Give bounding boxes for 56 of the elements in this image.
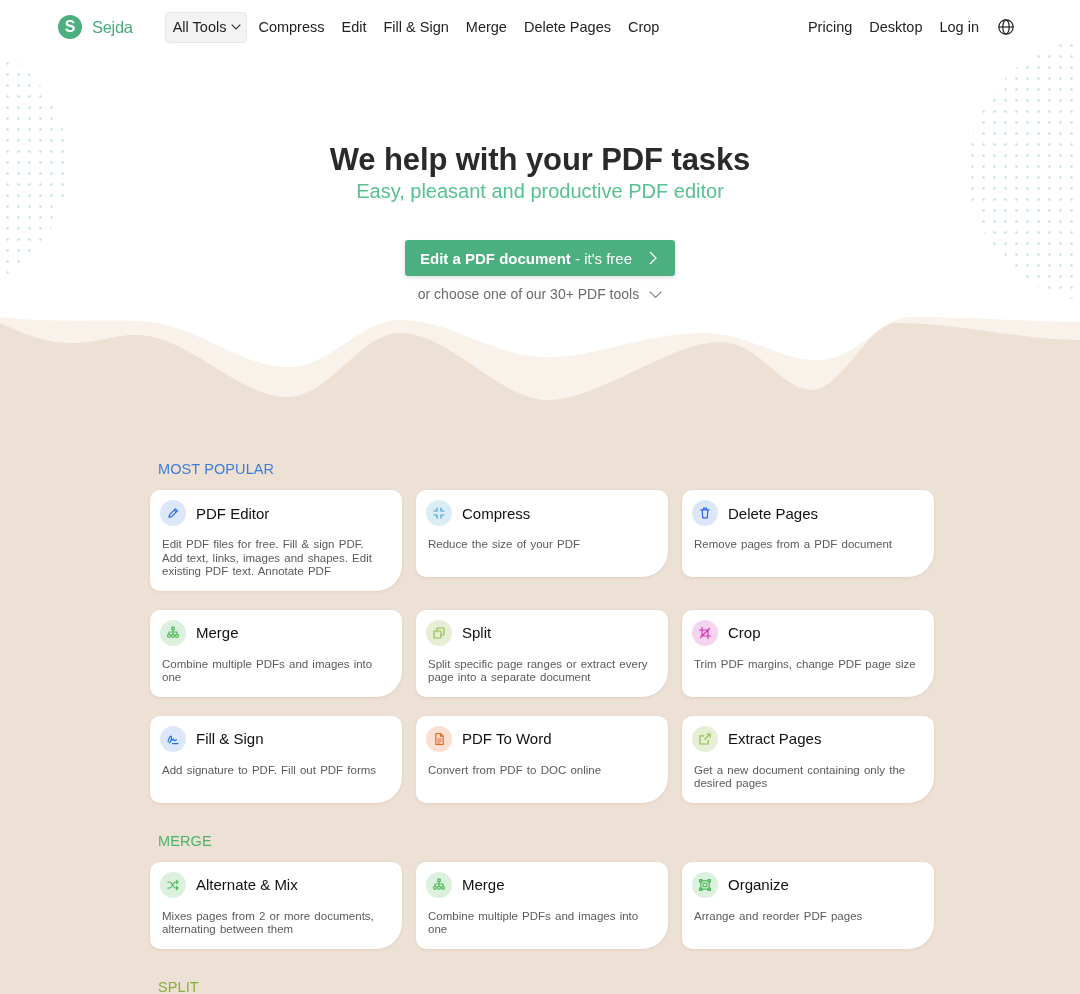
- card-description: Convert from PDF to DOC online: [428, 763, 603, 778]
- section-heading: SPLIT: [158, 978, 200, 994]
- tool-card[interactable]: Alternate & Mix Mixes pages from 2 or more documents, alternating between them: [150, 861, 402, 949]
- nav-link[interactable]: Pricing: [807, 19, 853, 35]
- more-tools-link[interactable]: or choose one of our 30+ PDF tools: [417, 285, 663, 303]
- card-description: Reduce the size of your PDF: [428, 538, 581, 552]
- card-title: Merge: [462, 876, 505, 893]
- card-title: Alternate & Mix: [196, 876, 298, 893]
- card-title: Extract Pages: [728, 730, 822, 747]
- tool-card[interactable]: Merge Combine multiple PDFs and images into one: [150, 609, 402, 697]
- tool-card[interactable]: PDF To Word Convert from PDF to DOC online: [416, 715, 668, 803]
- section-heading: MERGE: [158, 832, 213, 849]
- tool-card[interactable]: Merge Combine multiple PDFs and images into one: [416, 861, 668, 949]
- card-description: Combine multiple PDFs and images into one: [162, 657, 374, 685]
- globe-icon[interactable]: [998, 19, 1014, 35]
- nav-link[interactable]: Merge: [465, 19, 507, 35]
- tool-card[interactable]: Delete Pages Remove pages from a PDF document: [682, 490, 934, 577]
- card-title: Merge: [196, 624, 239, 641]
- nav-link[interactable]: Desktop: [869, 19, 923, 35]
- card-title: Organize: [728, 876, 789, 893]
- card-description: Arrange and reorder PDF pages: [694, 909, 864, 924]
- nav-link[interactable]: Log in: [939, 19, 979, 35]
- card-title: Compress: [462, 504, 531, 522]
- card-title: Delete Pages: [728, 504, 819, 522]
- card-title: PDF Editor: [196, 504, 270, 522]
- dropdown-button[interactable]: All Tools: [164, 11, 248, 43]
- chevron-icon: [649, 251, 658, 265]
- tool-card[interactable]: Compress Reduce the size of your PDF: [416, 490, 668, 577]
- tool-card[interactable]: PDF Editor Edit PDF files for free. Fill & sign PDF. Add text, links, images and shapes. Edit existing PDF text. Annotate PDF: [150, 490, 402, 591]
- tool-card[interactable]: Extract Pages Get a new document containing only the desired pages: [682, 715, 934, 803]
- card-title: Fill & Sign: [196, 730, 264, 747]
- card-description: Remove pages from a PDF document: [694, 538, 894, 552]
- card-description: Add signature to PDF. Fill out PDF forms: [162, 763, 378, 778]
- card-title: PDF To Word: [462, 730, 552, 747]
- nav-link[interactable]: Crop: [627, 19, 660, 35]
- tool-card[interactable]: Crop Trim PDF margins, change PDF page size: [682, 609, 934, 697]
- card-description: Combine multiple PDFs and images into one: [428, 909, 640, 937]
- card-description: Mixes pages from 2 or more documents, alternating between them: [162, 909, 375, 937]
- card-description: Get a new document containing only the desired pages: [694, 763, 907, 791]
- hero-subtitle: Easy, pleasant and productive PDF editor: [356, 179, 724, 204]
- section-heading: MOST POPULAR: [158, 461, 276, 477]
- card-title: Crop: [728, 624, 761, 641]
- nav-link[interactable]: Fill & Sign: [383, 19, 449, 35]
- hero-title: We help with your PDF tasks: [329, 142, 751, 178]
- nav-link[interactable]: Delete Pages: [523, 19, 611, 35]
- card-title: Split: [462, 624, 492, 641]
- nav-link[interactable]: Edit: [341, 19, 367, 35]
- caret-icon: [231, 24, 242, 30]
- tool-card[interactable]: Fill & Sign Add signature to PDF. Fill out PDF forms: [150, 715, 402, 803]
- card-description: Trim PDF margins, change PDF page size: [694, 657, 917, 672]
- tool-card[interactable]: Split Split specific page ranges or extract every page into a separate document: [416, 609, 668, 697]
- card-description: Split specific page ranges or extract every page into a separate document: [428, 657, 649, 685]
- tool-card[interactable]: Organize Arrange and reorder PDF pages: [682, 861, 934, 949]
- card-description: Edit PDF files for free. Fill & sign PDF. Add text, links, images and shapes. Edit existing PDF text. Annotate PDF: [162, 538, 373, 579]
- caret-icon: [649, 290, 663, 298]
- nav-link[interactable]: Compress: [258, 19, 325, 35]
